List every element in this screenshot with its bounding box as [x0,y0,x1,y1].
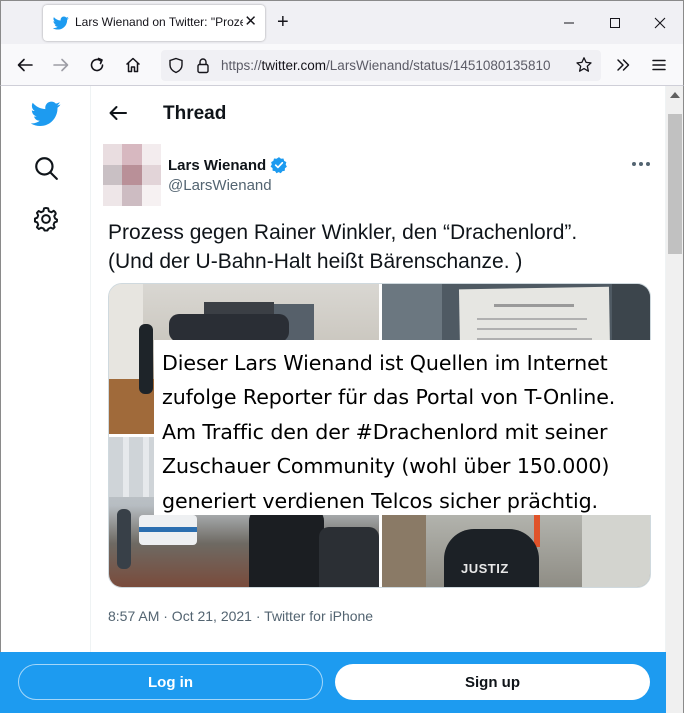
home-icon[interactable] [121,53,145,77]
maximize-icon[interactable] [601,9,629,37]
overlay-caption-line: generiert verdienen Telcos sicher prächt… [162,488,598,513]
url-bar[interactable]: https://twitter.com/LarsWienand/status/1… [161,50,601,81]
sidebar [1,86,90,713]
chevrons-right-icon[interactable] [611,53,635,77]
overlay-caption-line: zufolge Reporter für das Portal von T-On… [162,385,616,410]
overlay-caption-line: Dieser Lars Wienand ist Quellen im Inter… [162,351,608,375]
browser-nav-bar: https://twitter.com/LarsWienand/status/1… [0,44,684,86]
browser-tab[interactable]: Lars Wienand on Twitter: "Prozess gegen … [43,5,265,41]
url-text[interactable]: https://twitter.com/LarsWienand/status/1… [221,58,569,73]
page-title: Thread [163,103,227,124]
overlay-caption-line: Zuschauer Community (wohl über 150.000) [162,454,610,479]
verified-badge-icon [270,157,288,174]
login-prompt-bar: Log in Sign up [0,652,666,713]
back-arrow-icon[interactable] [13,53,37,77]
shield-icon[interactable] [168,57,184,74]
author-handle[interactable]: @LarsWienand [168,177,272,194]
search-icon[interactable] [30,152,62,184]
browser-tab-bar: Lars Wienand on Twitter: "Prozess gegen … [0,0,684,44]
tweet-text: Prozess gegen Rainer Winkler, den “Drach… [108,218,648,276]
tweet-text-line: (Und der U-Bahn-Halt heißt Bärenschanze.… [108,250,523,273]
justiz-label: JUSTIZ [461,561,509,576]
close-icon[interactable]: ✕ [244,14,257,30]
reload-icon[interactable] [85,53,109,77]
plus-icon[interactable]: + [277,12,289,32]
back-arrow-icon[interactable] [105,100,131,126]
settings-gear-icon[interactable] [30,203,62,235]
tweet-timestamp[interactable]: 8:57 AM · Oct 21, 2021 · Twitter for iPh… [108,608,373,624]
bookmark-star-icon[interactable] [575,56,593,74]
thread-header: Thread [91,86,667,138]
hamburger-menu-icon[interactable] [647,53,671,77]
forward-arrow-icon[interactable] [49,53,73,77]
twitter-favicon [53,16,69,30]
overlay-caption: Dieser Lars Wienand ist Quellen im Inter… [154,340,654,515]
minimize-icon[interactable] [555,9,583,37]
avatar[interactable] [103,144,161,206]
tab-title: Lars Wienand on Twitter: "Prozess gegen … [75,15,243,29]
login-button[interactable]: Log in [18,664,323,700]
close-window-icon[interactable] [646,9,674,37]
scroll-up-arrow-icon[interactable] [670,92,680,98]
scroll-thumb[interactable] [668,114,682,254]
author-name[interactable]: Lars Wienand [168,156,288,174]
signup-button[interactable]: Sign up [335,664,650,700]
scrollbar-corner [666,652,684,713]
page-scrollbar[interactable] [666,86,683,713]
overlay-caption-line: Am Traffic den der #Drachenlord mit sein… [162,419,608,444]
more-options-icon[interactable] [629,156,653,172]
tweet-text-line: Prozess gegen Rainer Winkler, den “Drach… [108,221,578,244]
lock-icon[interactable] [196,57,210,74]
twitter-logo-icon[interactable] [30,98,62,130]
